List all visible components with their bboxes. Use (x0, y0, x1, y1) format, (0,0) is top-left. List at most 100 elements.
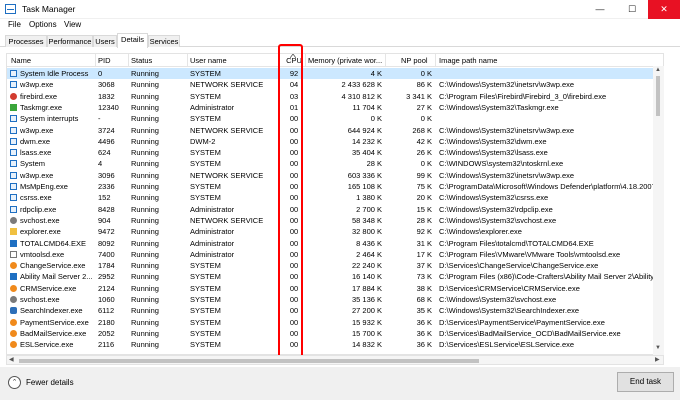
end-task-button[interactable]: End task (617, 372, 674, 392)
cell-status: Running (131, 80, 159, 90)
menu-options[interactable]: Options (29, 20, 57, 29)
details-table: Name PID Status User name CPU Memory (pr… (6, 53, 664, 355)
cell-status: Running (131, 306, 159, 316)
table-row[interactable]: svchost.exe 904 Running NETWORK SERVICE 00 58… (7, 215, 663, 226)
cell-user-name: SYSTEM (190, 261, 221, 271)
cell-memory: 17 884 K (351, 283, 382, 293)
table-row[interactable]: Taskmgr.exe 12340 Running Administrator 01 11… (7, 102, 663, 113)
tab-performance[interactable]: Performance (47, 35, 93, 47)
window-icon (10, 115, 17, 123)
column-header-cpu[interactable]: CPU (283, 56, 305, 65)
cell-pid: 4 (98, 159, 103, 169)
tab-users[interactable]: Users (93, 35, 117, 47)
column-divider[interactable] (385, 54, 386, 67)
minimize-button[interactable]: — (584, 0, 616, 19)
scroll-up-icon[interactable]: ▲ (655, 67, 661, 73)
table-row[interactable]: System Idle Process 0 Running SYSTEM 92 4 K 0 … (7, 68, 663, 79)
cell-name: System Idle Process (20, 69, 89, 78)
table-row[interactable]: dwm.exe 4496 Running DWM-2 00 14 232 K 42 K C:\… (7, 136, 663, 147)
table-row[interactable]: w3wp.exe 3096 Running NETWORK SERVICE 00 603 … (7, 170, 663, 181)
column-header-status[interactable]: Status (131, 56, 187, 65)
table-row[interactable]: System 4 Running SYSTEM 00 28 K 0 K C:\WINDOWS\… (7, 158, 663, 169)
table-row[interactable]: w3wp.exe 3068 Running NETWORK SERVICE 04 2 43… (7, 79, 663, 90)
column-divider[interactable] (128, 54, 129, 67)
column-header-pid[interactable]: PID (98, 56, 128, 65)
tab-bar: Processes Performance Users Details Serv… (0, 33, 680, 48)
cell-pid: 2952 (98, 272, 115, 282)
cell-image-path: C:\ProgramData\Microsoft\Windows Defende… (439, 182, 657, 191)
table-row[interactable]: PaymentService.exe 2180 Running SYSTEM 00 15 … (7, 317, 663, 328)
cell-memory: 2 464 K (356, 249, 382, 259)
column-header-name[interactable]: Name (11, 56, 95, 65)
table-row[interactable]: ChangeService.exe 1784 Running SYSTEM 00 22 2… (7, 260, 663, 271)
tab-services[interactable]: Services (148, 35, 180, 47)
table-row[interactable]: vmtoolsd.exe 7400 Running Administrator 00 2 … (7, 249, 663, 260)
column-divider[interactable] (279, 54, 280, 67)
fewer-details-link[interactable]: Fewer details (26, 378, 74, 387)
cell-pid: 1784 (98, 261, 115, 271)
table-row[interactable]: csrss.exe 152 Running SYSTEM 00 1 380 K 20 K C:… (7, 192, 663, 203)
table-row[interactable]: ESLService.exe 2116 Running SYSTEM 00 14 832 … (7, 339, 663, 350)
cell-np-pool: 28 K (416, 215, 432, 225)
table-row[interactable]: BadMailService.exe 2052 Running SYSTEM 00 15 … (7, 328, 663, 339)
column-header-image-path[interactable]: Image path name (439, 56, 659, 65)
cell-np-pool: 0 K (420, 69, 432, 78)
column-divider[interactable] (95, 54, 96, 67)
gear-icon (10, 216, 17, 224)
cell-pid: 2180 (98, 317, 115, 327)
task-manager-icon (5, 4, 16, 14)
vertical-scroll-thumb[interactable] (656, 76, 660, 116)
cell-pid: 1060 (98, 295, 115, 304)
cell-memory: 58 348 K (351, 215, 382, 225)
cell-pid: 624 (98, 148, 111, 158)
cell-np-pool: 75 K (416, 182, 432, 191)
column-header-np-pool[interactable]: NP pool (401, 56, 435, 65)
menu-file[interactable]: File (8, 20, 21, 29)
table-row[interactable]: explorer.exe 9472 Running Administrator 00 32… (7, 226, 663, 237)
cell-pid: 6112 (98, 306, 115, 316)
cell-status: Running (131, 340, 159, 350)
cell-status: Running (131, 114, 159, 124)
cell-pid: 12340 (98, 102, 119, 112)
table-row[interactable]: firebird.exe 1832 Running SYSTEM 03 4 310 812… (7, 91, 663, 102)
table-row[interactable]: TOTALCMD64.EXE 8092 Running Administrator 00… (7, 238, 663, 249)
tab-processes[interactable]: Processes (5, 35, 47, 47)
table-row[interactable]: MsMpEng.exe 2336 Running SYSTEM 00 165 108 K 7… (7, 181, 663, 192)
column-header-memory[interactable]: Memory (private wor... (308, 56, 384, 65)
cell-cpu: 00 (289, 204, 299, 214)
cell-image-path: C:\Program Files (x86)\Code-Crafters\Abi… (439, 272, 657, 282)
scroll-left-icon[interactable]: ◀ (9, 356, 14, 363)
close-button[interactable]: ✕ (648, 0, 680, 19)
cell-memory: 2 700 K (356, 204, 382, 214)
cell-np-pool: 15 K (416, 204, 432, 214)
table-row[interactable]: w3wp.exe 3724 Running NETWORK SERVICE 00 644 … (7, 125, 663, 136)
table-row[interactable]: SearchIndexer.exe 6112 Running SYSTEM 00 27 2… (7, 305, 663, 316)
column-divider[interactable] (435, 54, 436, 67)
scroll-down-icon[interactable]: ▼ (655, 345, 661, 351)
maximize-button[interactable]: ☐ (616, 0, 648, 19)
column-divider[interactable] (305, 54, 306, 67)
cell-image-path: D:\Services\CRMService\CRMService.exe (439, 283, 580, 293)
column-header-user-name[interactable]: User name (190, 56, 278, 65)
vertical-scrollbar[interactable]: ▲ ▼ (653, 66, 664, 355)
cell-status: Running (131, 102, 159, 112)
column-divider[interactable] (187, 54, 188, 67)
scroll-right-icon[interactable]: ▶ (655, 356, 660, 363)
table-row[interactable]: System interrupts - Running SYSTEM 00 0 K 0 K (7, 113, 663, 124)
window-icon (10, 149, 17, 157)
table-row[interactable]: CRMService.exe 2124 Running SYSTEM 00 17 884 … (7, 283, 663, 294)
mail-icon (10, 273, 17, 281)
table-row[interactable]: svchost.exe 1060 Running SYSTEM 00 35 136 K 68… (7, 294, 663, 305)
menu-view[interactable]: View (64, 20, 81, 29)
chevron-up-icon[interactable]: ⌃ (8, 376, 21, 389)
table-row[interactable]: lsass.exe 624 Running SYSTEM 00 35 404 K 26 K C… (7, 147, 663, 158)
cell-user-name: Administrator (190, 204, 235, 214)
cell-pid: - (98, 114, 101, 124)
horizontal-scrollbar[interactable]: ◀ ▶ (6, 355, 664, 365)
horizontal-scroll-thumb[interactable] (19, 359, 479, 363)
cell-cpu: 00 (289, 340, 299, 350)
tab-details[interactable]: Details (117, 33, 148, 48)
window-icon (10, 126, 17, 134)
table-row[interactable]: Ability Mail Server 2... 2952 Running SYSTE… (7, 271, 663, 282)
table-row[interactable]: rdpclip.exe 8428 Running Administrator 00 2 7… (7, 204, 663, 215)
